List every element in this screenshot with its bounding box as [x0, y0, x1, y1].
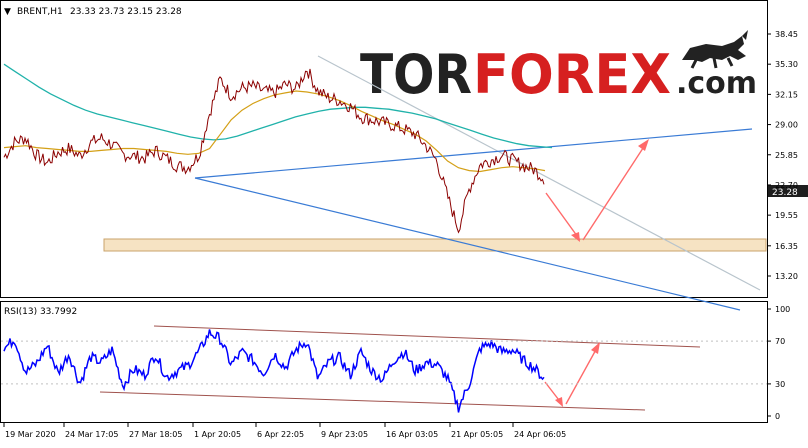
- main-y-tick-label: 35.30: [775, 60, 798, 69]
- rsi-title: RSI(13) 33.7992: [4, 307, 77, 317]
- main-y-axis: 38.45 35.30 32.15 29.00 25.85 22.70 19.55 16.35…: [767, 30, 798, 281]
- forecast-up-arrowhead: [638, 139, 649, 151]
- rsi-up-arrow: [565, 345, 599, 405]
- main-y-tick-label: 16.35: [775, 242, 798, 251]
- x-tick-label: 9 Apr 23:05: [321, 430, 368, 439]
- rsi-down-arrowhead: [555, 397, 563, 407]
- brand-forex-text: FOREX: [473, 43, 671, 106]
- x-axis: 19 Mar 2020 24 Mar 17:05 27 Mar 18:05 1 Apr…: [3, 423, 566, 439]
- rsi-y-tick-label: 70: [775, 337, 785, 346]
- x-tick-label: 6 Apr 22:05: [257, 430, 304, 439]
- forecast-down-arrow: [545, 192, 581, 241]
- chart-root: TOR FOREX .com 23.28 38.45 35.30 32.15 29.0…: [0, 0, 808, 444]
- main-y-tick-label: 13.20: [775, 272, 798, 281]
- torforex-watermark: TOR FOREX .com: [360, 30, 757, 106]
- main-y-tick-label: 29.00: [775, 121, 798, 130]
- forecast-arrows: [545, 139, 649, 242]
- x-tick-label: 24 Mar 17:05: [65, 430, 118, 439]
- brand-com-text: .com: [676, 66, 757, 101]
- rsi-y-tick-label: 0: [775, 412, 780, 421]
- main-y-tick-label: 19.55: [775, 211, 798, 220]
- main-y-tick-label: 25.85: [775, 151, 798, 160]
- x-tick-label: 1 Apr 20:05: [194, 430, 241, 439]
- x-tick-label: 19 Mar 2020: [5, 430, 56, 439]
- x-tick-label: 27 Mar 18:05: [129, 430, 182, 439]
- rsi-lower-channel: [99, 391, 646, 411]
- bull-icon: [682, 30, 748, 69]
- rsi-upper-channel: [153, 325, 701, 348]
- rsi-y-tick-label: 30: [775, 380, 785, 389]
- price-chart-svg[interactable]: TOR FOREX .com 23.28 38.4535.3032.1529.0…: [0, 0, 808, 444]
- brand-tor-text: TOR: [360, 43, 472, 106]
- symbol-label: BRENT,H1: [17, 7, 63, 17]
- rsi-group: [3, 329, 545, 413]
- x-tick-label: 21 Apr 05:05: [451, 430, 503, 439]
- rsi-y-tick-label: 100: [775, 305, 790, 314]
- rsi-forecast-arrows: [544, 342, 600, 407]
- main-y-tick-label: 22.70: [775, 181, 798, 190]
- rsi-line: [3, 329, 545, 413]
- main-y-tick-label: 38.45: [775, 30, 798, 39]
- rsi-up-arrowhead: [591, 342, 600, 354]
- chart-menu-arrow[interactable]: ▼: [4, 7, 11, 17]
- x-tick-label: 24 Apr 06:05: [514, 430, 566, 439]
- main-y-tick-label: 32.15: [775, 90, 798, 99]
- ohlc-readout: 23.33 23.73 23.15 23.28: [70, 7, 182, 17]
- x-tick-label: 16 Apr 03:05: [386, 430, 438, 439]
